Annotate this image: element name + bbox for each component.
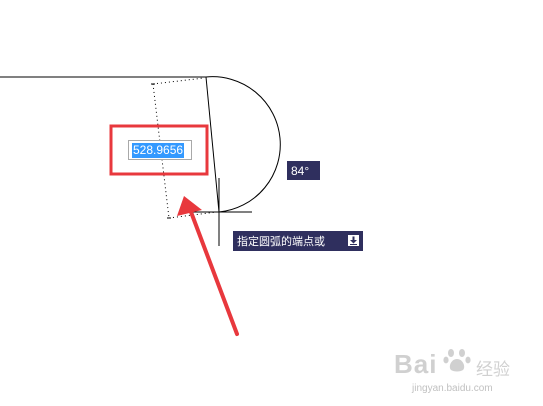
watermark-brand: Bai [394,349,438,379]
command-prompt-tooltip: 指定圆弧的端点或 [233,231,363,251]
dimension-value-text: 528.9656 [132,142,185,158]
chevron-down-icon [350,236,357,245]
watermark: Bai 经验 jingyan.baidu.com [392,339,540,401]
angle-value: 84° [291,163,310,178]
drawing-canvas[interactable]: 528.9656 84° 指定圆弧的端点或 Bai 经验 jingyan.bai… [0,0,543,406]
prompt-options-button[interactable] [348,235,359,246]
paw-logo-icon [443,349,471,372]
angle-tooltip: 84° [287,161,320,180]
command-prompt-text: 指定圆弧的端点或 [237,235,325,248]
dimension-guide-top [152,77,205,85]
red-arrow-annotation [177,196,239,336]
dimension-value-input[interactable]: 528.9656 [128,140,192,160]
watermark-url: jingyan.baidu.com [412,383,493,394]
watermark-brand-cn: 经验 [476,360,510,380]
